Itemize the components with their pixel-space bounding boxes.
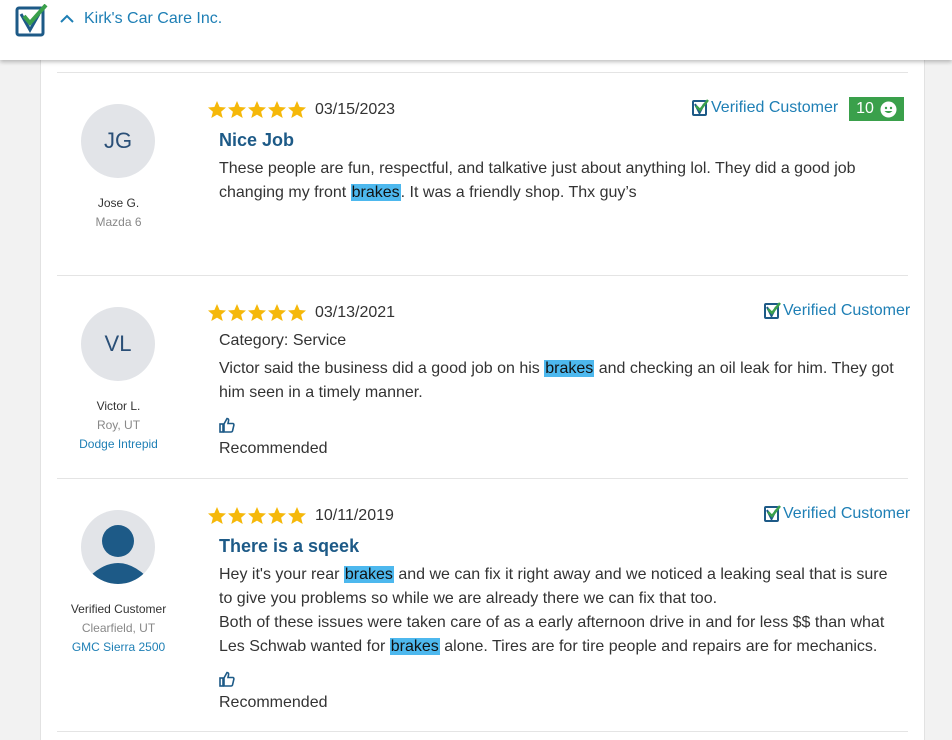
reviewer-vehicle-link[interactable]: Dodge Intrepid bbox=[41, 437, 196, 451]
avatar bbox=[81, 510, 155, 584]
reviewer-vehicle-link[interactable]: GMC Sierra 2500 bbox=[41, 640, 196, 654]
verified-customer-badge: Verified Customer bbox=[764, 505, 910, 523]
review-text: Hey it's your rear bbox=[219, 566, 344, 583]
review-text: Victor said the business did a good job … bbox=[219, 360, 545, 377]
chevron-up-icon[interactable] bbox=[60, 12, 74, 26]
review-date: 03/15/2023 bbox=[315, 101, 396, 118]
review-text: changing my front bbox=[219, 184, 351, 201]
star-icon bbox=[268, 101, 286, 118]
verified-check-icon bbox=[764, 302, 781, 319]
verified-check-icon bbox=[764, 505, 781, 522]
star-icon bbox=[248, 101, 266, 118]
star-rating bbox=[207, 100, 307, 120]
star-icon bbox=[208, 101, 226, 118]
star-icon bbox=[248, 507, 266, 524]
review-text: and checking an oil leak for him. They g… bbox=[594, 360, 894, 377]
review-body: Hey it's your rear brakes and we can fix… bbox=[219, 563, 899, 659]
reviewer-location: Clearfield, UT bbox=[81, 621, 156, 635]
thumbs-up-icon bbox=[219, 417, 235, 433]
star-icon bbox=[228, 101, 246, 118]
star-icon bbox=[288, 507, 306, 524]
reviews-panel: JG Jose G. Mazda 6 03/15/2023 Verified C… bbox=[40, 60, 925, 740]
review-body: Victor said the business did a good job … bbox=[219, 357, 899, 405]
recommended-label: Recommended bbox=[219, 694, 328, 711]
recommended-label: Recommended bbox=[219, 440, 328, 457]
review-text-line: him seen in a timely manner. bbox=[219, 384, 423, 401]
review-text: alone. Tires are for tire people and rep… bbox=[439, 638, 878, 655]
helpful-count-badge[interactable]: 10 bbox=[849, 97, 904, 121]
review-text-line: Hey it's your rear brakes and we can fix… bbox=[219, 563, 899, 587]
review-category: Category: Service bbox=[219, 332, 347, 349]
reviewer-name: Jose G. bbox=[97, 196, 140, 210]
review-text-line: These people are fun, respectful, and ta… bbox=[219, 160, 856, 177]
keyword-highlight: brakes bbox=[389, 638, 440, 655]
review-date: 03/13/2021 bbox=[315, 304, 396, 321]
review-title: There is a sqeek bbox=[219, 536, 360, 556]
star-rating bbox=[207, 303, 307, 323]
verified-customer-label: Verified Customer bbox=[711, 99, 839, 116]
top-bar: Kirk's Car Care Inc. bbox=[0, 0, 952, 60]
review-title: Nice Job bbox=[219, 130, 295, 150]
star-icon bbox=[208, 304, 226, 321]
review-text: . It was a friendly shop. Thx guy’s bbox=[400, 184, 637, 201]
verified-check-logo-icon bbox=[15, 4, 48, 37]
verified-customer-badge: Verified Customer bbox=[764, 302, 910, 320]
divider bbox=[57, 478, 908, 479]
business-name-link[interactable]: Kirk's Car Care Inc. bbox=[84, 10, 222, 28]
star-icon bbox=[288, 304, 306, 321]
avatar: VL bbox=[81, 307, 155, 381]
avatar: JG bbox=[81, 104, 155, 178]
verified-customer-label: Verified Customer bbox=[783, 302, 911, 319]
review-date: 10/11/2019 bbox=[315, 507, 394, 524]
keyword-highlight: brakes bbox=[343, 566, 394, 583]
review-text-line: Both of these issues were taken care of … bbox=[219, 614, 885, 631]
review-text: and we can fix it right away and we noti… bbox=[393, 566, 888, 583]
review-body: These people are fun, respectful, and ta… bbox=[219, 157, 899, 205]
review-text-line: Les Schwab wanted for brakes alone. Tire… bbox=[219, 635, 899, 659]
verified-customer-label: Verified Customer bbox=[783, 505, 911, 522]
star-icon bbox=[228, 507, 246, 524]
smiley-icon bbox=[880, 101, 897, 117]
reviewer-name: Victor L. bbox=[96, 399, 141, 413]
verified-customer-badge: Verified Customer bbox=[692, 99, 838, 117]
keyword-highlight: brakes bbox=[350, 184, 401, 201]
reviewer-location: Roy, UT bbox=[96, 418, 141, 432]
reviewer-name: Verified Customer bbox=[70, 602, 167, 616]
review-text-line: changing my front brakes. It was a frien… bbox=[219, 181, 899, 205]
star-icon bbox=[288, 101, 306, 118]
review-text-line: to give you problems so while we are alr… bbox=[219, 590, 718, 607]
review-text-line: Victor said the business did a good job … bbox=[219, 357, 899, 381]
review-text: Les Schwab wanted for bbox=[219, 638, 390, 655]
divider bbox=[57, 72, 908, 73]
helpful-count: 10 bbox=[856, 100, 874, 117]
keyword-highlight: brakes bbox=[544, 360, 595, 377]
user-silhouette-icon bbox=[90, 525, 146, 584]
verified-check-icon bbox=[692, 99, 709, 116]
star-icon bbox=[248, 304, 266, 321]
star-icon bbox=[268, 304, 286, 321]
reviewer-vehicle: Mazda 6 bbox=[95, 215, 142, 229]
thumbs-up-icon bbox=[219, 671, 235, 687]
star-icon bbox=[228, 304, 246, 321]
divider bbox=[57, 275, 908, 276]
star-rating bbox=[207, 506, 307, 526]
star-icon bbox=[268, 507, 286, 524]
star-icon bbox=[208, 507, 226, 524]
divider bbox=[57, 731, 908, 732]
